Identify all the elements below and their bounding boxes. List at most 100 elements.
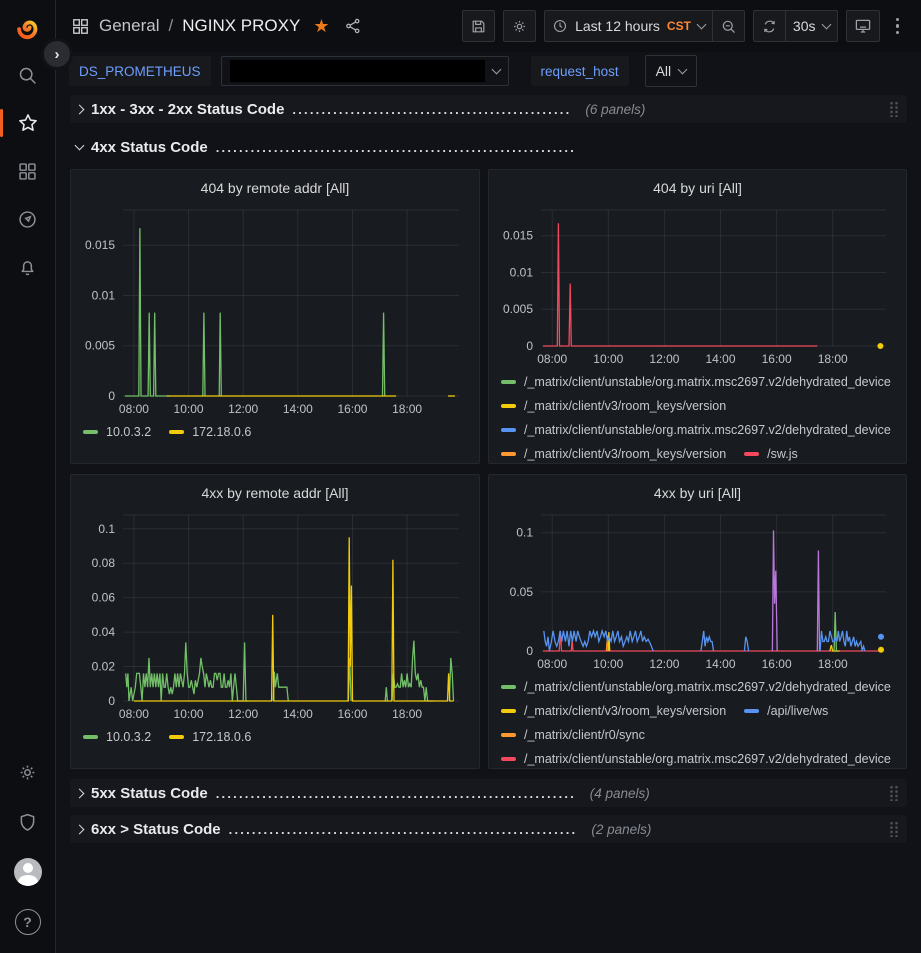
legend-swatch — [169, 735, 184, 739]
row-header-6xx[interactable]: 6xx > Status Code ......................… — [70, 815, 907, 843]
chevron-down-icon — [696, 19, 706, 29]
panel-legend: 10.0.3.2 172.18.0.6 — [79, 725, 471, 766]
svg-text:0: 0 — [108, 389, 115, 403]
cycle-view-mode-button[interactable] — [846, 10, 880, 42]
row-drag-handle[interactable] — [889, 821, 899, 837]
legend-swatch — [501, 757, 516, 761]
grafana-app: { "colors":{"green":"#73bf69","yellow":"… — [0, 0, 921, 953]
svg-text:0.01: 0.01 — [510, 265, 534, 279]
chart-404-by-uri[interactable]: 00.0050.010.01508:0010:0012:0014:0016:00… — [497, 202, 898, 461]
panel-title[interactable]: 404 by uri [All] — [497, 174, 898, 202]
row-header-1xx-3xx-2xx[interactable]: 1xx - 3xx - 2xx Status Code ............… — [70, 95, 907, 123]
settings-icon[interactable] — [8, 755, 48, 789]
legend-item[interactable]: 10.0.3.2 — [83, 420, 151, 444]
legend-swatch — [501, 452, 516, 456]
refresh-button[interactable] — [753, 10, 786, 42]
share-icon[interactable] — [344, 17, 362, 35]
svg-text:18:00: 18:00 — [818, 352, 848, 366]
legend-item[interactable]: /_matrix/client/v3/room_keys/version — [501, 442, 726, 461]
svg-text:12:00: 12:00 — [649, 352, 679, 366]
variable-label-ds-prometheus[interactable]: DS_PROMETHEUS — [69, 56, 211, 86]
row-drag-handle[interactable] — [889, 785, 899, 801]
variable-dropdown-request-host[interactable]: All — [645, 55, 698, 87]
chart-plot[interactable]: 00.0050.010.01508:0010:0012:0014:0016:00… — [79, 202, 471, 420]
legend-item[interactable]: 10.0.3.2 — [83, 725, 151, 749]
sidebar-expand-button[interactable]: › — [41, 38, 73, 70]
svg-text:16:00: 16:00 — [337, 402, 367, 416]
star-filled-icon[interactable]: ★ — [313, 16, 329, 37]
legend-item[interactable]: /_matrix/client/unstable/org.matrix.msc2… — [501, 370, 891, 394]
svg-text:12:00: 12:00 — [228, 402, 258, 416]
timezone-label: CST — [667, 19, 691, 33]
svg-text:08:00: 08:00 — [119, 402, 149, 416]
legend-item[interactable]: /_matrix/client/unstable/org.matrix.msc2… — [501, 675, 891, 699]
zoom-out-button[interactable] — [713, 10, 745, 42]
svg-text:0.08: 0.08 — [92, 556, 116, 570]
row-drag-handle[interactable] — [889, 101, 899, 117]
legend-item[interactable]: /api/live/ws — [744, 699, 828, 723]
avatar[interactable] — [14, 858, 42, 886]
legend-item[interactable]: /_matrix/client/unstable/org.matrix.msc2… — [501, 747, 891, 766]
svg-text:10:00: 10:00 — [174, 707, 204, 721]
svg-text:10:00: 10:00 — [593, 657, 623, 671]
redacted-value — [230, 60, 485, 82]
dashboard-title[interactable]: NGINX PROXY — [182, 16, 300, 36]
profile-avatar[interactable] — [8, 855, 48, 889]
refresh-interval-label: 30s — [793, 18, 816, 34]
panel-title[interactable]: 4xx by remote addr [All] — [79, 479, 471, 507]
panel-title[interactable]: 4xx by uri [All] — [497, 479, 898, 507]
svg-text:0.06: 0.06 — [92, 591, 116, 605]
svg-text:0.1: 0.1 — [98, 522, 115, 536]
chart-plot[interactable]: 00.020.040.060.080.108:0010:0012:0014:00… — [79, 507, 471, 725]
server-admin-icon[interactable] — [8, 805, 48, 839]
legend-item[interactable]: /_matrix/client/unstable/org.matrix.msc2… — [501, 418, 891, 442]
kebab-menu-icon[interactable] — [888, 14, 908, 39]
panel-row-2: 4xx by remote addr [All] 00.020.040.060.… — [70, 474, 907, 769]
chart-plot[interactable]: 00.0050.010.01508:0010:0012:0014:0016:00… — [497, 202, 898, 370]
row-header-4xx[interactable]: 4xx Status Code ........................… — [70, 133, 907, 161]
legend-label: /_matrix/client/unstable/org.matrix.msc2… — [524, 680, 891, 694]
refresh-interval-picker[interactable]: 30s — [786, 10, 838, 42]
legend-swatch — [501, 428, 516, 432]
search-icon[interactable] — [8, 58, 48, 92]
chevron-down-icon — [75, 140, 85, 150]
svg-text:10:00: 10:00 — [593, 352, 623, 366]
svg-text:14:00: 14:00 — [283, 402, 313, 416]
svg-text:16:00: 16:00 — [337, 707, 367, 721]
chart-404-by-remote-addr[interactable]: 00.0050.010.01508:0010:0012:0014:0016:00… — [79, 202, 471, 461]
panel-row-1: 404 by remote addr [All] 00.0050.010.015… — [70, 169, 907, 464]
legend-item[interactable]: /_matrix/client/v3/room_keys/version — [501, 699, 726, 723]
chart-4xx-by-remote-addr[interactable]: 00.020.040.060.080.108:0010:0012:0014:00… — [79, 507, 471, 766]
panel-title[interactable]: 404 by remote addr [All] — [79, 174, 471, 202]
breadcrumb-section[interactable]: General — [99, 16, 159, 36]
help-icon[interactable]: ? — [8, 905, 48, 939]
legend-label: /_matrix/client/r0/sync — [524, 728, 645, 742]
chart-plot[interactable]: 00.050.108:0010:0012:0014:0016:0018:00 — [497, 507, 898, 675]
dashboard-settings-button[interactable] — [503, 10, 536, 42]
legend-item[interactable]: /_matrix/client/v3/room_keys/version — [501, 394, 726, 418]
panel-4xx-by-remote-addr: 4xx by remote addr [All] 00.020.040.060.… — [70, 474, 480, 769]
toolbar: Last 12 hours CST 30s — [462, 10, 907, 42]
sidebar-item-explore[interactable] — [8, 202, 48, 236]
variable-label-request-host[interactable]: request_host — [531, 56, 629, 86]
sidebar-item-dashboards[interactable] — [8, 154, 48, 188]
breadcrumb-separator: / — [168, 16, 173, 36]
row-header-5xx[interactable]: 5xx Status Code ........................… — [70, 779, 907, 807]
variable-dropdown-ds-prometheus[interactable] — [221, 56, 509, 86]
svg-text:14:00: 14:00 — [705, 352, 735, 366]
chevron-down-icon — [491, 64, 501, 74]
svg-text:0: 0 — [526, 644, 533, 658]
grafana-logo[interactable] — [8, 10, 48, 44]
time-range-picker[interactable]: Last 12 hours CST — [544, 10, 713, 42]
svg-text:0: 0 — [526, 339, 533, 353]
sidebar-item-starred[interactable] — [8, 106, 48, 140]
legend-item[interactable]: /sw.js — [744, 442, 798, 461]
save-dashboard-button[interactable] — [462, 10, 495, 42]
legend-item[interactable]: 172.18.0.6 — [169, 725, 251, 749]
legend-item[interactable]: /_matrix/client/r0/sync — [501, 723, 645, 747]
chart-4xx-by-uri[interactable]: 00.050.108:0010:0012:0014:0016:0018:00/_… — [497, 507, 898, 766]
sidebar-item-alerting[interactable] — [8, 250, 48, 284]
legend-item[interactable]: 172.18.0.6 — [169, 420, 251, 444]
svg-text:0: 0 — [108, 694, 115, 708]
apps-icon — [71, 17, 90, 36]
